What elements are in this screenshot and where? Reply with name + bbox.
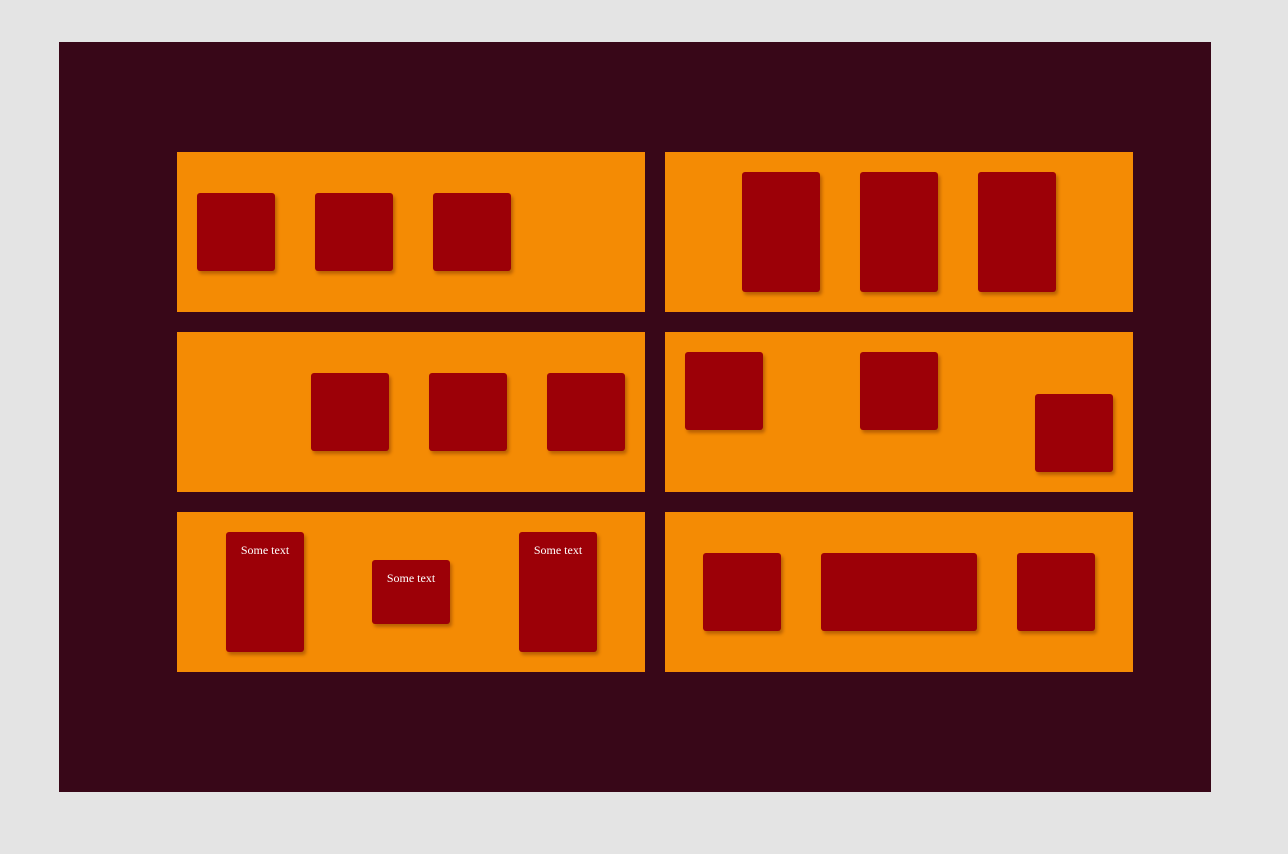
panel-middle-right [665, 332, 1133, 492]
text-box: Some text [226, 532, 304, 652]
wide-box-item [821, 553, 977, 631]
box-item [197, 193, 275, 271]
box-text: Some text [386, 571, 436, 585]
box-item [742, 172, 820, 292]
box-item [311, 373, 389, 451]
panel-top-right [665, 152, 1133, 312]
box-item [1017, 553, 1095, 631]
text-box: Some text [372, 560, 450, 624]
text-box: Some text [519, 532, 597, 652]
layout-frame: Some text Some text Some text [59, 42, 1211, 792]
box-item [860, 172, 938, 292]
box-text: Some text [240, 543, 290, 557]
box-item [1035, 394, 1113, 472]
box-item [685, 352, 763, 430]
box-item [429, 373, 507, 451]
box-item [547, 373, 625, 451]
box-item [978, 172, 1056, 292]
box-item [433, 193, 511, 271]
box-item [315, 193, 393, 271]
panel-top-left [177, 152, 645, 312]
panel-middle-left [177, 332, 645, 492]
panel-bottom-left: Some text Some text Some text [177, 512, 645, 672]
box-item [860, 352, 938, 430]
box-item [703, 553, 781, 631]
panel-bottom-right [665, 512, 1133, 672]
box-text: Some text [533, 543, 583, 557]
